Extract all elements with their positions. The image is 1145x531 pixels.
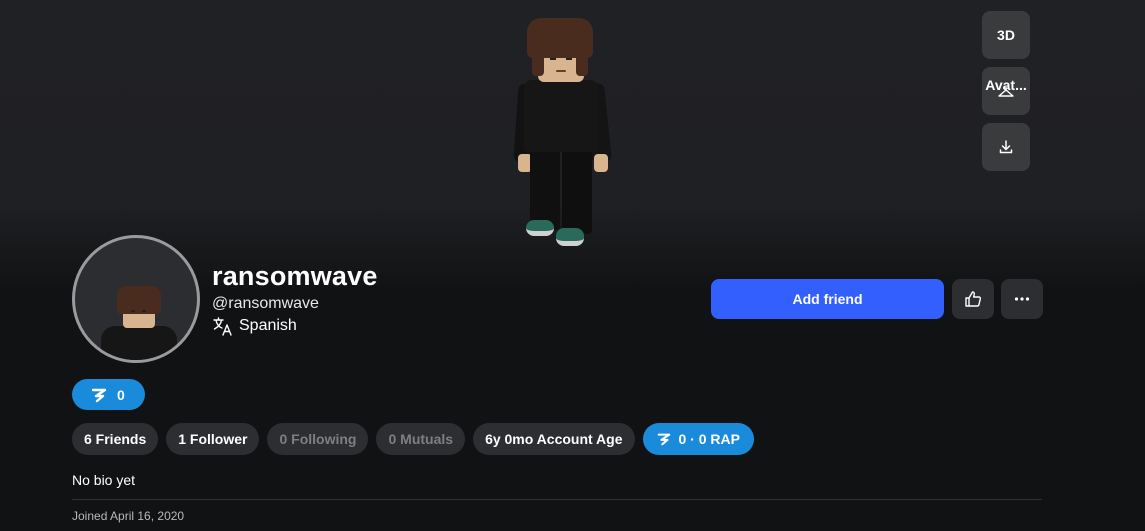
download-icon [999, 140, 1013, 154]
username-handle: @ransomwave [212, 295, 319, 312]
followers-count-pill[interactable]: 1 Follower [166, 423, 260, 455]
robux-amount: 0 [117, 386, 125, 403]
hanger-icon [998, 87, 1014, 97]
avatar-button[interactable]: Avat... [982, 67, 1030, 115]
download-button[interactable] [982, 123, 1030, 171]
avatar-3d-model[interactable] [510, 18, 620, 258]
bio-text: No bio yet [72, 472, 136, 488]
more-options-button[interactable] [1001, 279, 1043, 319]
robux-icon [657, 433, 670, 446]
rap-value: 0 · 0 RAP [678, 431, 740, 447]
profile-avatar-headshot [72, 235, 200, 363]
like-button[interactable] [952, 279, 994, 319]
language-row: Spanish [212, 316, 297, 336]
robux-balance-pill[interactable]: 0 [72, 379, 145, 410]
display-name: ransomwave [212, 261, 378, 291]
following-count-pill[interactable]: 0 Following [267, 423, 369, 455]
thumbs-up-icon [965, 291, 982, 307]
rap-pill[interactable]: 0 · 0 RAP [642, 423, 754, 455]
toggle-3d-button[interactable]: 3D [982, 11, 1030, 59]
account-age-pill: 6y 0mo Account Age [473, 423, 635, 455]
friends-count-pill[interactable]: 6 Friends [72, 423, 159, 455]
language-label: Spanish [239, 317, 297, 334]
more-dots-icon [1014, 297, 1030, 301]
profile-stats: 6 Friends 1 Follower 0 Following 0 Mutua… [72, 423, 754, 455]
divider [72, 499, 1042, 500]
joined-date: Joined April 16, 2020 [72, 509, 185, 523]
translate-icon [213, 317, 232, 336]
robux-icon [91, 388, 107, 402]
mutuals-count-pill[interactable]: 0 Mutuals [376, 423, 466, 455]
add-friend-button[interactable]: Add friend [711, 279, 944, 319]
